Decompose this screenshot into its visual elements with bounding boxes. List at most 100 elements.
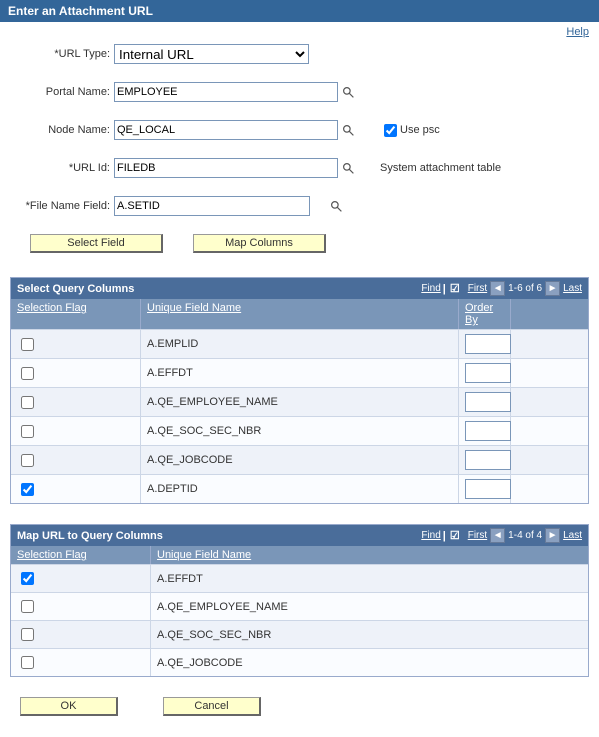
table-row: A.QE_SOC_SEC_NBR <box>11 416 588 445</box>
zoom-icon[interactable]: ☑ <box>450 529 460 542</box>
zoom-icon[interactable]: ☑ <box>450 282 460 295</box>
select-field-button[interactable]: Select Field <box>30 234 163 253</box>
order-by-cell <box>459 388 511 416</box>
lookup-icon[interactable] <box>342 162 355 175</box>
field-name-cell: A.QE_EMPLOYEE_NAME <box>141 388 459 416</box>
nav-next-icon[interactable]: ► <box>545 281 560 296</box>
col-order-by[interactable]: Order By <box>459 299 511 329</box>
order-by-cell <box>459 330 511 358</box>
cancel-button[interactable]: Cancel <box>163 697 261 716</box>
selection-cell <box>11 475 141 503</box>
order-by-cell <box>459 446 511 474</box>
lookup-icon[interactable] <box>330 200 343 213</box>
nav-last[interactable]: Last <box>563 530 582 541</box>
selection-checkbox[interactable] <box>21 338 34 351</box>
order-by-cell <box>459 475 511 503</box>
table-row: A.QE_SOC_SEC_NBR <box>11 620 588 648</box>
find-link[interactable]: Find <box>421 283 440 294</box>
ok-button[interactable]: OK <box>20 697 118 716</box>
nav-first[interactable]: First <box>468 283 487 294</box>
order-by-input[interactable] <box>465 421 511 441</box>
field-name-cell: A.EFFDT <box>141 359 459 387</box>
table-row: A.DEPTID <box>11 474 588 503</box>
url-id-label: *URL Id: <box>10 162 114 174</box>
order-by-input[interactable] <box>465 479 511 499</box>
separator: | <box>443 530 446 542</box>
selection-checkbox[interactable] <box>21 600 34 613</box>
help-link[interactable]: Help <box>566 26 589 38</box>
field-name-cell: A.QE_JOBCODE <box>151 649 511 676</box>
node-name-input[interactable] <box>114 120 338 140</box>
select-query-columns-grid: Select Query Columns Find | ☑ First ◄ 1-… <box>10 277 589 504</box>
table-row: A.QE_EMPLOYEE_NAME <box>11 387 588 416</box>
selection-checkbox[interactable] <box>21 656 34 669</box>
selection-cell <box>11 621 151 648</box>
nav-range: 1-4 of 4 <box>508 530 542 541</box>
order-by-cell <box>459 417 511 445</box>
file-name-field-label: *File Name Field: <box>10 200 114 212</box>
separator: | <box>443 283 446 295</box>
field-name-cell: A.QE_SOC_SEC_NBR <box>151 621 511 648</box>
col-unique-field-name[interactable]: Unique Field Name <box>151 546 511 564</box>
order-by-input[interactable] <box>465 363 511 383</box>
selection-cell <box>11 330 141 358</box>
find-link[interactable]: Find <box>421 530 440 541</box>
url-type-select[interactable]: Internal URL <box>114 44 309 64</box>
col-unique-field-name[interactable]: Unique Field Name <box>141 299 459 329</box>
selection-cell <box>11 417 141 445</box>
selection-checkbox[interactable] <box>21 483 34 496</box>
field-name-cell: A.QE_JOBCODE <box>141 446 459 474</box>
map-url-to-query-columns-grid: Map URL to Query Columns Find | ☑ First … <box>10 524 589 677</box>
node-name-label: Node Name: <box>10 124 114 136</box>
col-selection-flag[interactable]: Selection Flag <box>11 546 151 564</box>
col-selection-flag[interactable]: Selection Flag <box>11 299 141 329</box>
order-by-input[interactable] <box>465 392 511 412</box>
field-name-cell: A.EMPLID <box>141 330 459 358</box>
system-note: System attachment table <box>380 162 501 174</box>
selection-cell <box>11 388 141 416</box>
nav-prev-icon[interactable]: ◄ <box>490 281 505 296</box>
nav-next-icon[interactable]: ► <box>545 528 560 543</box>
table-row: A.EFFDT <box>11 358 588 387</box>
table-row: A.QE_JOBCODE <box>11 648 588 676</box>
selection-checkbox[interactable] <box>21 628 34 641</box>
selection-cell <box>11 359 141 387</box>
table-row: A.EFFDT <box>11 564 588 592</box>
field-name-cell: A.EFFDT <box>151 565 511 592</box>
map-columns-button[interactable]: Map Columns <box>193 234 326 253</box>
nav-prev-icon[interactable]: ◄ <box>490 528 505 543</box>
nav-range: 1-6 of 6 <box>508 283 542 294</box>
field-name-cell: A.QE_SOC_SEC_NBR <box>141 417 459 445</box>
selection-checkbox[interactable] <box>21 454 34 467</box>
table-row: A.EMPLID <box>11 329 588 358</box>
file-name-field-input[interactable] <box>114 196 310 216</box>
grid-title: Map URL to Query Columns <box>17 530 421 542</box>
selection-checkbox[interactable] <box>21 367 34 380</box>
field-name-cell: A.DEPTID <box>141 475 459 503</box>
table-row: A.QE_JOBCODE <box>11 445 588 474</box>
selection-cell <box>11 649 151 676</box>
selection-cell <box>11 593 151 620</box>
selection-cell <box>11 565 151 592</box>
order-by-input[interactable] <box>465 334 511 354</box>
url-type-label: *URL Type: <box>10 48 114 60</box>
order-by-input[interactable] <box>465 450 511 470</box>
selection-cell <box>11 446 141 474</box>
url-id-input[interactable] <box>114 158 338 178</box>
use-psc-checkbox[interactable] <box>384 124 397 137</box>
selection-checkbox[interactable] <box>21 425 34 438</box>
portal-name-input[interactable] <box>114 82 338 102</box>
nav-first[interactable]: First <box>468 530 487 541</box>
portal-name-label: Portal Name: <box>10 86 114 98</box>
page-title: Enter an Attachment URL <box>0 0 599 22</box>
order-by-cell <box>459 359 511 387</box>
lookup-icon[interactable] <box>342 86 355 99</box>
field-name-cell: A.QE_EMPLOYEE_NAME <box>151 593 511 620</box>
selection-checkbox[interactable] <box>21 396 34 409</box>
selection-checkbox[interactable] <box>21 572 34 585</box>
nav-last[interactable]: Last <box>563 283 582 294</box>
lookup-icon[interactable] <box>342 124 355 137</box>
grid-title: Select Query Columns <box>17 283 421 295</box>
use-psc-label: Use psc <box>400 124 440 136</box>
table-row: A.QE_EMPLOYEE_NAME <box>11 592 588 620</box>
